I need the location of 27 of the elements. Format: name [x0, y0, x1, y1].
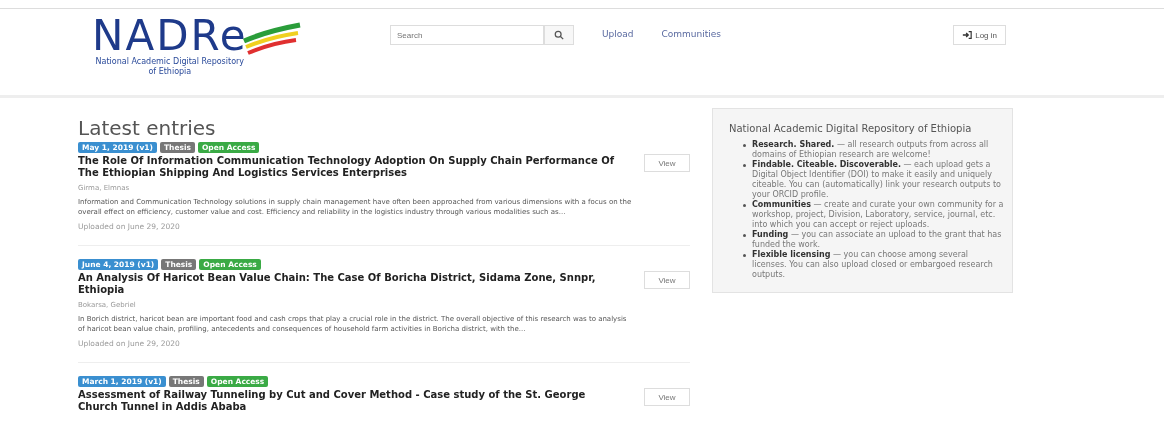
feature-text: Funding — you can associate an upload to the grant that has funded the work.	[752, 230, 1003, 250]
entry-title[interactable]: Assessment of Railway Tunneling by Cut and Cover Method - Case study of the St. George Church Tunnel in Addis Ababa	[78, 389, 623, 413]
search-icon	[554, 30, 564, 40]
feature-text: Flexible licensing — you can choose among several licenses. You can also upload closed or embargoed research outputs.	[752, 250, 994, 280]
section-heading: Latest entries	[78, 116, 217, 140]
bullet-icon	[743, 164, 746, 167]
logo-wordmark: NADRe	[92, 15, 248, 57]
search-field[interactable]: Search	[390, 25, 544, 45]
bullet-icon	[743, 234, 746, 237]
nav-link[interactable]: Upload	[602, 29, 634, 39]
sign-in-icon	[962, 30, 973, 40]
bullet-icon	[743, 144, 746, 147]
logo-subtitle: National Academic Digital Repository of Ethiopia	[94, 57, 245, 77]
bullet-icon	[743, 204, 746, 207]
feature-text: Communities — create and curate your own community for a workshop, project, Division, Laboratory, service, journal, etc. into which you can accept or reject uploads.	[752, 200, 1004, 230]
feature-text: Findable. Citeable. Discoverable. — each upload gets a Digital Object Identifier (DOI) to make it easily and uniquely citeable. You can (automatically) link your research outputs to your ORCID profile.	[752, 160, 1002, 200]
login-button[interactable]: Log in	[953, 25, 1006, 45]
view-button[interactable]: View	[644, 154, 690, 172]
entry-title[interactable]: An Analysis Of Haricot Bean Value Chain: The Case Of Boricha District, Sidama Zone, Snnpr, Ethiopia	[78, 272, 623, 296]
search-button[interactable]	[544, 25, 574, 45]
entry-title[interactable]: The Role Of Information Communication Technology Adoption On Supply Chain Performance Of The Ethiopian Shipping And Logistics Services Enterprises	[78, 155, 623, 179]
view-button[interactable]: View	[644, 388, 690, 406]
feature-text: Research. Shared. — all research outputs from across all domains of Ethiopian research are welcome!	[752, 140, 990, 160]
panel-title: National Academic Digital Repository of Ethiopia	[729, 123, 973, 134]
view-button[interactable]: View	[644, 271, 690, 289]
nav-link[interactable]: Communities	[661, 29, 722, 39]
bullet-icon	[743, 254, 746, 257]
